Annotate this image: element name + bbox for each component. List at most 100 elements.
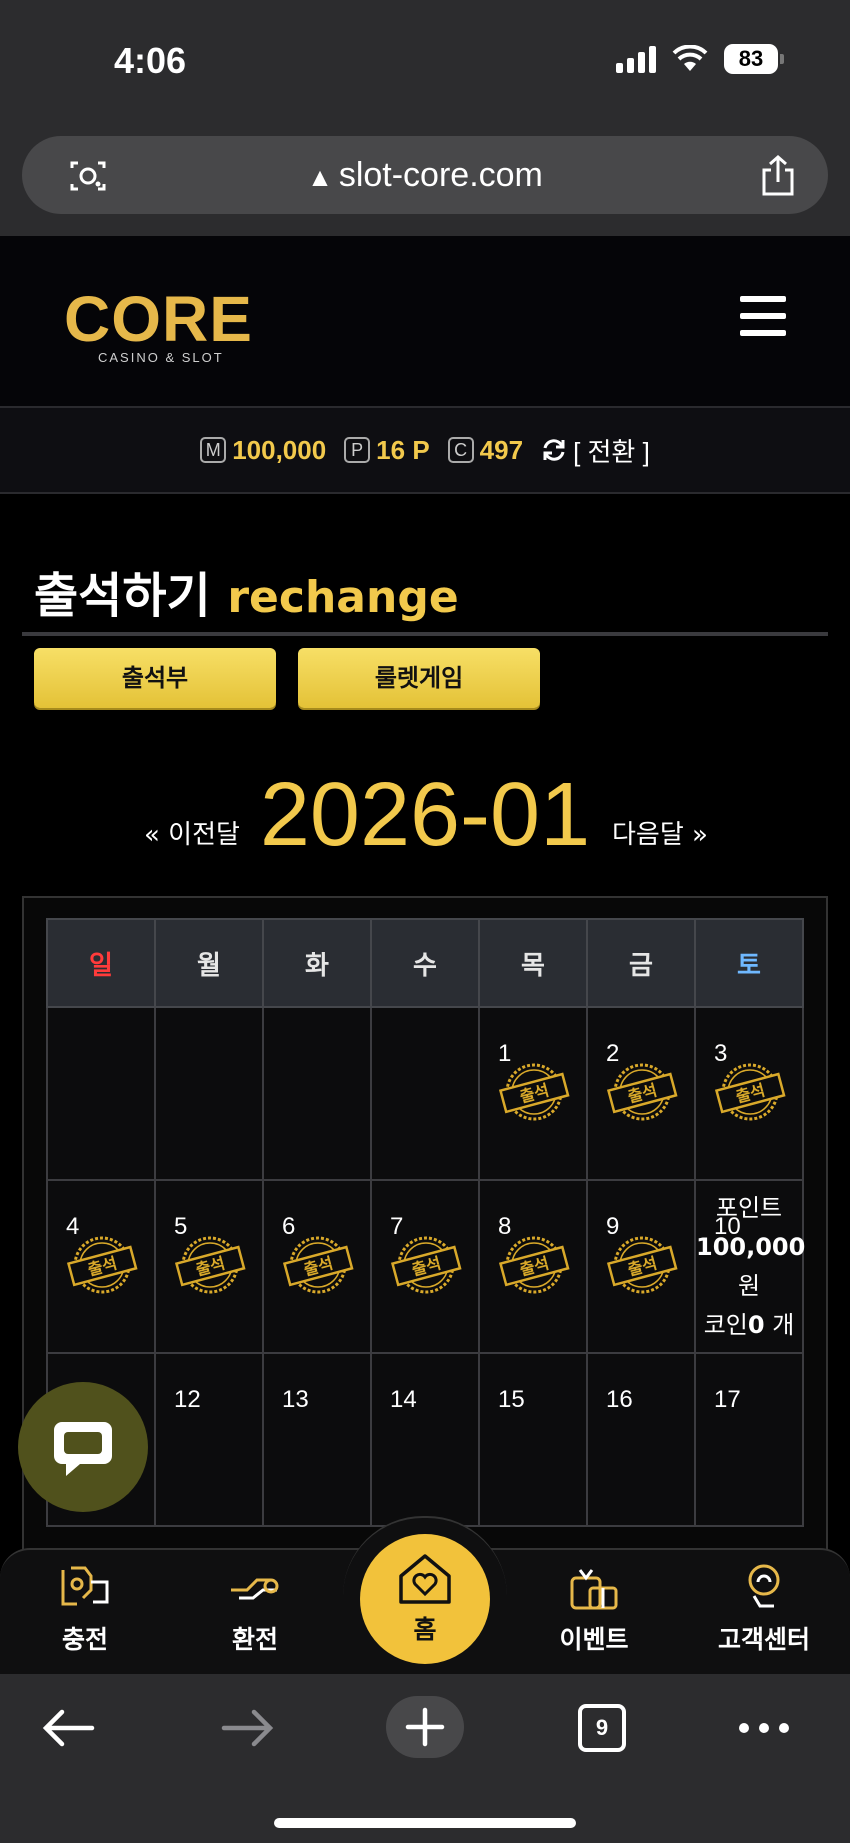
next-month-link[interactable]: 다음달 » bbox=[612, 814, 708, 851]
refresh-icon bbox=[543, 439, 565, 461]
reward-coin-amount: 0 bbox=[747, 1311, 765, 1339]
calendar-week-row: 11121314151617 bbox=[46, 1352, 804, 1527]
calendar-day-cell[interactable]: 9 출석 bbox=[586, 1179, 696, 1354]
attendance-stamp-icon: 출석 bbox=[714, 1063, 786, 1121]
logo-subtitle: CASINO & SLOT bbox=[98, 350, 224, 365]
calendar-day-cell[interactable] bbox=[370, 1006, 480, 1181]
tab-event[interactable]: 이벤트 bbox=[524, 1560, 664, 1670]
reward-info: 포인트 100,000 원코인0 개 bbox=[696, 1189, 806, 1345]
attendance-page: 출석하기 rechange 출석부 룰렛게임 2026-01 « 이전달 다음달… bbox=[0, 494, 850, 1674]
calendar-day-cell[interactable]: 2 출석 bbox=[586, 1006, 696, 1181]
gift-icon bbox=[570, 1569, 618, 1610]
day-number: 14 bbox=[390, 1386, 417, 1413]
warning-icon: ▲ bbox=[307, 162, 333, 192]
tab-support[interactable]: 고객센터 bbox=[694, 1560, 834, 1670]
coin-badge-icon: C bbox=[447, 437, 474, 463]
switch-label: [ 전환 ] bbox=[573, 436, 650, 467]
reward-coin: 코인0 개 bbox=[696, 1306, 802, 1345]
withdraw-icon bbox=[231, 1578, 279, 1600]
reward-amount: 100,000 bbox=[696, 1233, 806, 1261]
calendar-day-cell[interactable]: 7 출석 bbox=[370, 1179, 480, 1354]
calendar-day-cell[interactable]: 12 bbox=[154, 1352, 264, 1527]
coin-value: 497 bbox=[479, 434, 524, 465]
day-number: 16 bbox=[606, 1386, 633, 1413]
browser-address-area: ▲ slot-core.com bbox=[0, 130, 850, 236]
prev-month-link[interactable]: « 이전달 bbox=[144, 814, 240, 851]
tab-event-label: 이벤트 bbox=[559, 1625, 629, 1654]
tab-support-label: 고객센터 bbox=[717, 1625, 810, 1654]
back-arrow-icon[interactable] bbox=[40, 1702, 96, 1754]
weekday-sun: 일 bbox=[46, 918, 156, 1008]
status-icons: 83 bbox=[616, 44, 784, 74]
calendar-week-row: 4 출석 5 출석 6 출석 7 출석 8 출석 9 출석 10 포인트 100,000 원 코인0 개 bbox=[46, 1179, 806, 1354]
calendar-day-cell[interactable]: 6 출석 bbox=[262, 1179, 372, 1354]
plus-icon bbox=[405, 1707, 445, 1747]
calendar-day-cell[interactable]: 17 bbox=[694, 1352, 804, 1527]
attendance-book-button[interactable]: 출석부 bbox=[34, 648, 276, 708]
money-value: 100,000 bbox=[232, 434, 327, 465]
reward-unit: 원 bbox=[737, 1272, 761, 1300]
url-text: slot-core.com bbox=[338, 156, 543, 194]
point-badge-icon: P bbox=[344, 437, 371, 463]
calendar-day-cell[interactable]: 15 bbox=[478, 1352, 588, 1527]
reward-coin-unit: 개 bbox=[772, 1311, 795, 1339]
logo-text: CORE bbox=[64, 283, 253, 355]
weekday-tue: 화 bbox=[262, 918, 372, 1008]
calendar-day-cell[interactable] bbox=[154, 1006, 264, 1181]
coin-balance: C 497 bbox=[447, 434, 524, 466]
point-balance: P 16 P bbox=[344, 435, 430, 466]
tab-withdraw-label: 환전 bbox=[231, 1625, 278, 1654]
live-chat-button[interactable] bbox=[18, 1382, 148, 1512]
support-icon bbox=[748, 1564, 780, 1608]
attendance-stamp-icon: 출석 bbox=[606, 1236, 678, 1294]
day-number: 13 bbox=[282, 1386, 309, 1413]
attendance-stamp-icon: 출석 bbox=[498, 1236, 570, 1294]
share-icon[interactable] bbox=[758, 154, 798, 198]
hamburger-menu-icon[interactable] bbox=[740, 296, 786, 336]
attendance-stamp-icon: 출석 bbox=[498, 1063, 570, 1121]
calendar-day-cell[interactable]: 14 bbox=[370, 1352, 480, 1527]
forward-arrow-icon[interactable] bbox=[220, 1702, 276, 1754]
reward-label: 포인트 bbox=[715, 1194, 783, 1222]
reward-coin-label: 코인 bbox=[703, 1311, 748, 1339]
home-indicator bbox=[274, 1818, 576, 1828]
browser-toolbar: 9 bbox=[0, 1674, 850, 1843]
calendar-day-cell[interactable]: 8 출석 bbox=[478, 1179, 588, 1354]
calendar-day-cell[interactable]: 5 출석 bbox=[154, 1179, 264, 1354]
tab-withdraw[interactable]: 환전 bbox=[185, 1560, 325, 1670]
cellular-signal-icon bbox=[616, 45, 656, 73]
weekday-header-row: 일 월 화 수 목 금 토 bbox=[46, 918, 804, 1008]
address-bar[interactable]: ▲ slot-core.com bbox=[22, 136, 828, 214]
core-logo[interactable]: CORE CASINO & SLOT bbox=[64, 286, 264, 366]
attendance-stamp-icon: 출석 bbox=[282, 1236, 354, 1294]
attendance-stamp-icon: 출석 bbox=[606, 1063, 678, 1121]
new-tab-button[interactable] bbox=[386, 1696, 464, 1758]
calendar-day-cell[interactable] bbox=[46, 1006, 156, 1181]
deposit-icon bbox=[61, 1566, 109, 1606]
day-number: 12 bbox=[174, 1386, 201, 1413]
month-navigation: 2026-01 « 이전달 다음달 » bbox=[0, 764, 850, 865]
tab-deposit[interactable]: 충전 bbox=[15, 1560, 155, 1670]
calendar-day-cell[interactable]: 13 bbox=[262, 1352, 372, 1527]
switch-button[interactable]: [ 전환 ] bbox=[541, 432, 650, 469]
status-time: 4:06 bbox=[114, 40, 187, 81]
calendar-day-cell[interactable] bbox=[262, 1006, 372, 1181]
url-display[interactable]: ▲ slot-core.com bbox=[22, 156, 828, 195]
calendar-day-cell[interactable]: 3 출석 bbox=[694, 1006, 804, 1181]
title-divider bbox=[22, 632, 828, 636]
day-number: 17 bbox=[714, 1386, 741, 1413]
more-options-icon[interactable] bbox=[736, 1720, 792, 1736]
site-header: CORE CASINO & SLOT bbox=[0, 236, 850, 408]
calendar-day-cell[interactable]: 16 bbox=[586, 1352, 696, 1527]
tab-home-label: 홈 bbox=[413, 1615, 437, 1644]
roulette-game-button[interactable]: 룰렛게임 bbox=[298, 648, 540, 708]
page-title: 출석하기 rechange bbox=[34, 556, 459, 626]
current-month: 2026-01 bbox=[259, 765, 591, 865]
calendar-day-cell[interactable]: 10 포인트 100,000 원 코인0 개 bbox=[694, 1179, 806, 1354]
calendar-day-cell[interactable]: 4 출석 bbox=[46, 1179, 156, 1354]
tab-home[interactable]: 홈 bbox=[360, 1534, 490, 1664]
tab-switcher-button[interactable]: 9 bbox=[578, 1704, 626, 1752]
chat-bubble-icon bbox=[54, 1422, 112, 1476]
calendar-day-cell[interactable]: 1 출석 bbox=[478, 1006, 588, 1181]
page-title-ko: 출석하기 bbox=[34, 568, 211, 624]
